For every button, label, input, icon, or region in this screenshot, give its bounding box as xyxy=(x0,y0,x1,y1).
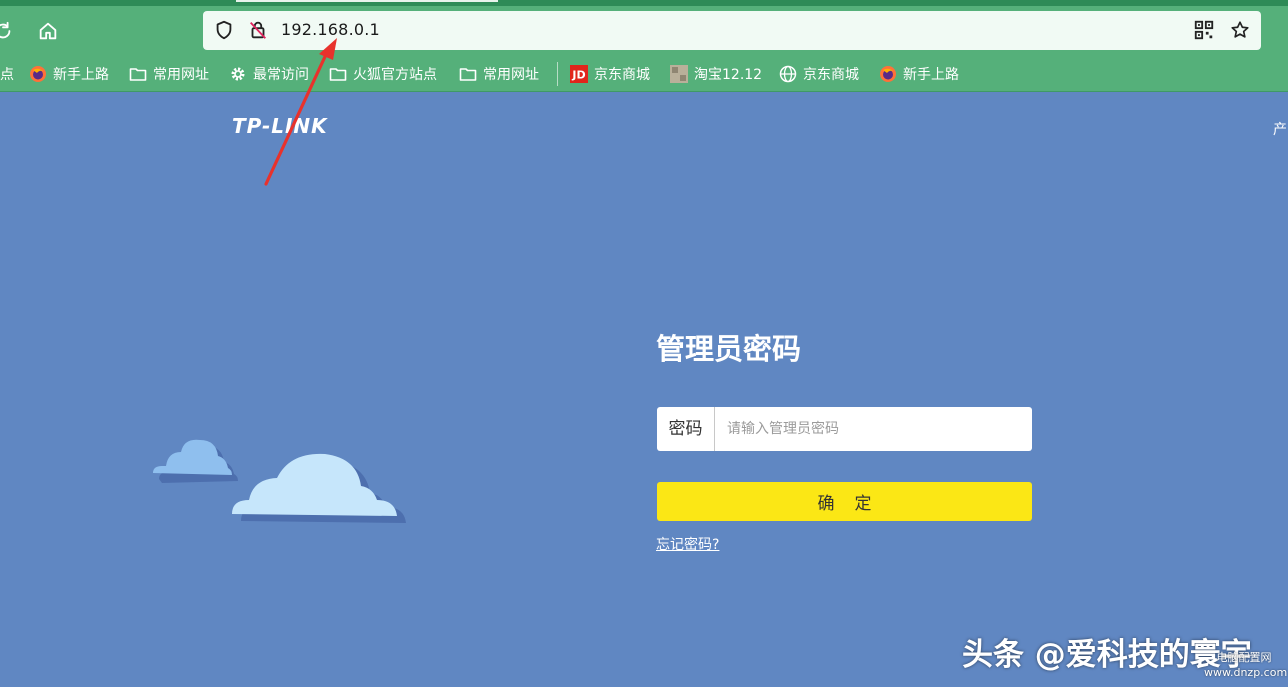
site-watermark-url: www.dnzp.com xyxy=(1204,666,1288,679)
site-watermark: 电脑配置网 www.dnzp.com xyxy=(1204,650,1288,684)
folder-icon xyxy=(129,68,147,81)
password-label: 密码 xyxy=(657,407,715,451)
reload-icon[interactable] xyxy=(0,20,14,42)
bookmark-separator xyxy=(557,62,558,86)
forgot-password-link[interactable]: 忘记密码? xyxy=(656,534,719,554)
qr-code-icon[interactable] xyxy=(1193,19,1215,41)
firefox-icon xyxy=(880,66,896,82)
home-icon[interactable] xyxy=(37,20,59,42)
confirm-button[interactable]: 确定 xyxy=(657,482,1032,521)
red-arrow-annotation xyxy=(264,38,337,186)
bookmark-item[interactable]: JD 京东商城 xyxy=(570,64,650,84)
jd-icon: JD xyxy=(570,65,588,83)
star-bookmark-icon[interactable] xyxy=(1229,19,1251,41)
address-bar[interactable]: 192.168.0.1 xyxy=(203,11,1261,50)
shield-icon[interactable] xyxy=(213,19,235,41)
firefox-icon xyxy=(30,66,46,82)
globe-icon xyxy=(779,65,797,83)
bookmark-item[interactable]: 常用网址 xyxy=(459,64,539,84)
taobao-icon xyxy=(670,65,688,83)
bookmark-item[interactable]: 新手上路 xyxy=(29,64,109,84)
bookmark-item[interactable]: 新手上路 xyxy=(879,64,959,84)
active-tab-edge[interactable] xyxy=(236,0,498,2)
admin-password-title: 管理员密码 xyxy=(656,332,802,366)
bookmark-item[interactable]: 点 xyxy=(0,64,14,84)
bookmark-item[interactable]: 淘宝12.12 xyxy=(670,64,762,84)
svg-text:JD: JD xyxy=(571,69,585,82)
bookmarks-bar: 点 新手上路 常用网址 最常访问 火狐官方站点 常用网址 JD 京东商城 淘宝1… xyxy=(0,56,1288,92)
password-field-group: 密码 xyxy=(657,407,1032,451)
bookmark-item[interactable]: 常用网址 xyxy=(129,64,209,84)
browser-toolbar: 192.168.0.1 xyxy=(0,6,1288,56)
gear-icon xyxy=(231,67,245,81)
password-input[interactable] xyxy=(716,407,1030,451)
bookmark-item[interactable]: 京东商城 xyxy=(779,64,859,84)
nav-edge-text[interactable]: 产 xyxy=(1273,119,1287,139)
site-watermark-name: 电脑配置网 xyxy=(1216,651,1272,664)
folder-icon xyxy=(459,68,477,81)
clouds-illustration xyxy=(153,439,406,523)
